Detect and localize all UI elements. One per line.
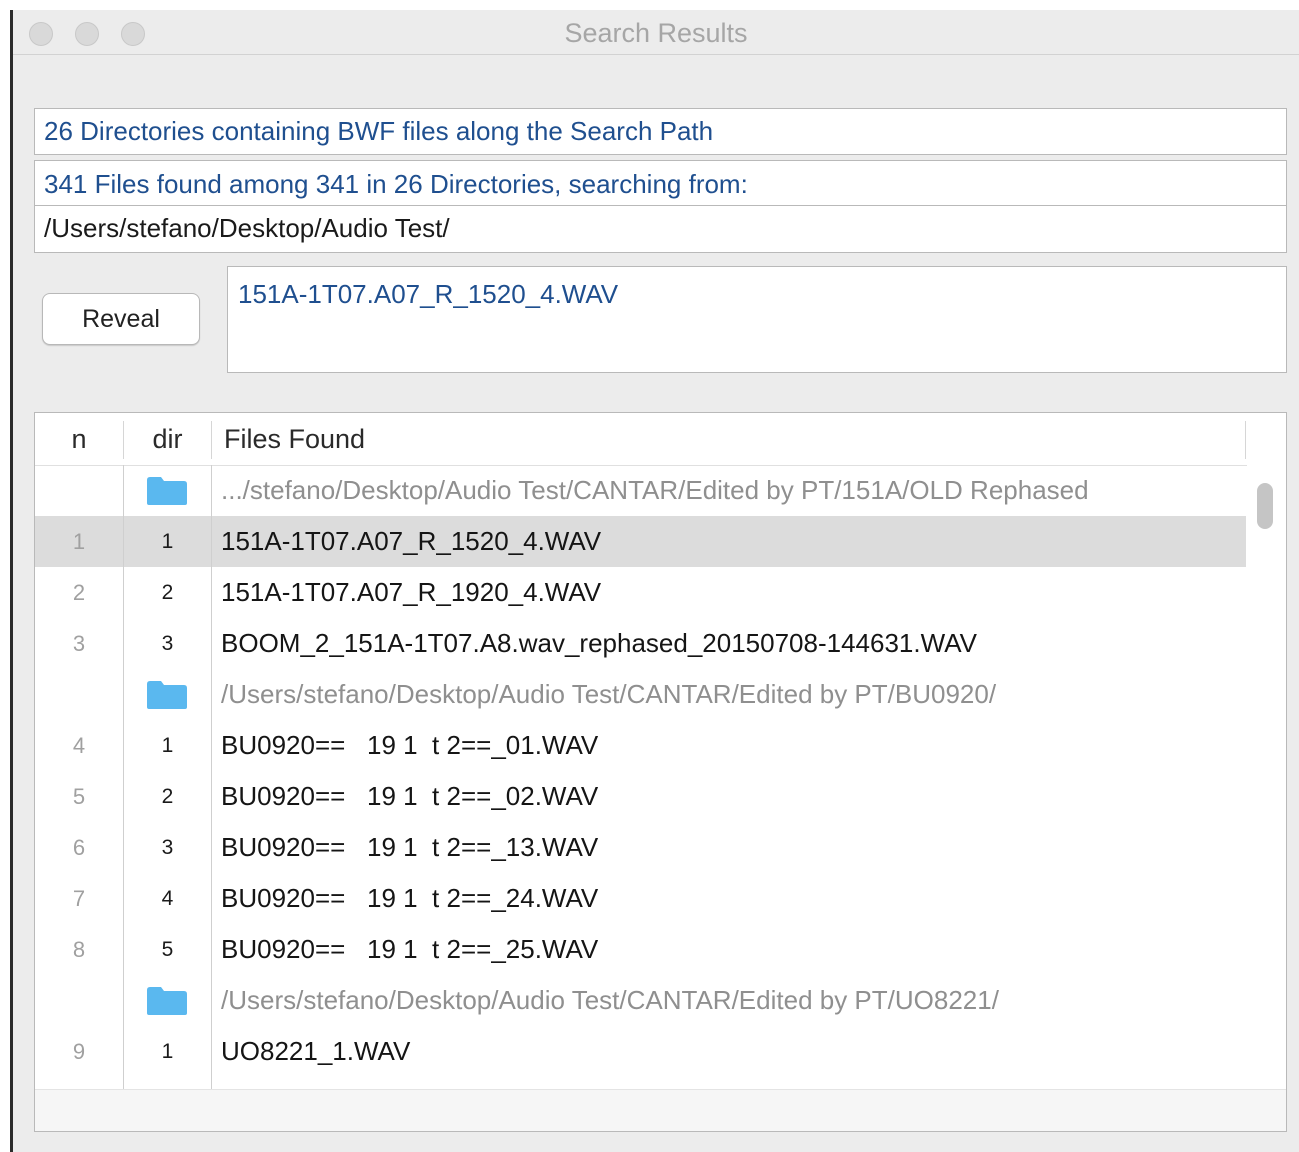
row-dir-index: 5 bbox=[161, 938, 174, 961]
directory-path: .../stefano/Desktop/Audio Test/CANTAR/Ed… bbox=[221, 475, 1089, 505]
table-row[interactable]: 7 4 BU0920== 19 1 t 2==_24.WAV bbox=[35, 873, 1246, 924]
file-name: UO8221_1.WAV bbox=[221, 1036, 411, 1066]
row-number: 4 bbox=[72, 733, 86, 758]
row-dir-index: 1 bbox=[161, 1040, 174, 1063]
row-dir-index: 1 bbox=[161, 734, 174, 757]
row-number: 9 bbox=[72, 1039, 86, 1064]
row-dir-index: 2 bbox=[161, 785, 174, 808]
files-found-table: n dir Files Found .../stefano/Desktop/Au… bbox=[34, 412, 1287, 1132]
file-name: 151A-1T07.A07_R_1520_4.WAV bbox=[221, 526, 602, 556]
directory-row[interactable]: .../stefano/Desktop/Audio Test/CANTAR/Ed… bbox=[35, 465, 1246, 516]
directory-path: /Users/stefano/Desktop/Audio Test/CANTAR… bbox=[221, 985, 999, 1015]
row-dir-index: 1 bbox=[161, 530, 174, 553]
selected-file-display: 151A-1T07.A07_R_1520_4.WAV bbox=[227, 266, 1287, 373]
folder-icon bbox=[147, 477, 187, 505]
row-number: 3 bbox=[72, 631, 86, 656]
folder-icon bbox=[147, 987, 187, 1015]
file-name: 151A-1T07.A07_R_1920_4.WAV bbox=[221, 577, 602, 607]
row-dir-index: 4 bbox=[161, 887, 174, 910]
table-row[interactable]: 3 3 BOOM_2_151A-1T07.A8.wav_rephased_20150… bbox=[35, 618, 1246, 669]
title-bar: Search Results bbox=[13, 10, 1299, 55]
column-divider bbox=[1245, 421, 1246, 459]
column-grid-line bbox=[211, 465, 212, 1089]
row-number bbox=[35, 465, 123, 516]
file-name: BU0920== 19 1 t 2==_24.WAV bbox=[221, 883, 599, 913]
table-row[interactable]: 2 2 151A-1T07.A07_R_1920_4.WAV bbox=[35, 567, 1246, 618]
column-divider bbox=[211, 421, 212, 459]
directory-row[interactable]: /Users/stefano/Desktop/Audio Test/CANTAR… bbox=[35, 669, 1246, 720]
directory-path: /Users/stefano/Desktop/Audio Test/CANTAR… bbox=[221, 679, 997, 709]
row-number: 1 bbox=[72, 529, 86, 554]
directories-summary: 26 Directories containing BWF files alon… bbox=[34, 108, 1287, 155]
table-body: .../stefano/Desktop/Audio Test/CANTAR/Ed… bbox=[35, 465, 1246, 1077]
table-row[interactable]: 1 1 151A-1T07.A07_R_1520_4.WAV bbox=[35, 516, 1246, 567]
table-row[interactable]: 4 1 BU0920== 19 1 t 2==_01.WAV bbox=[35, 720, 1246, 771]
row-number bbox=[35, 975, 123, 1026]
row-number: 8 bbox=[72, 937, 86, 962]
vertical-scrollbar-thumb[interactable] bbox=[1257, 483, 1273, 529]
row-dir-index: 2 bbox=[161, 581, 174, 604]
vertical-scrollbar-track[interactable] bbox=[1247, 465, 1286, 1089]
row-number: 6 bbox=[72, 835, 86, 860]
file-name: BOOM_2_151A-1T07.A8.wav_rephased_2015070… bbox=[221, 628, 977, 658]
row-number: 2 bbox=[72, 580, 86, 605]
column-header-files-found[interactable]: Files Found bbox=[224, 413, 1224, 465]
row-number bbox=[35, 669, 123, 720]
file-name: BU0920== 19 1 t 2==_01.WAV bbox=[221, 730, 599, 760]
files-summary: 341 Files found among 341 in 26 Director… bbox=[34, 160, 1287, 206]
search-path-field: /Users/stefano/Desktop/Audio Test/ bbox=[34, 205, 1287, 253]
reveal-button[interactable]: Reveal bbox=[42, 293, 200, 345]
folder-icon bbox=[147, 681, 187, 709]
file-name: BU0920== 19 1 t 2==_25.WAV bbox=[221, 934, 599, 964]
table-row[interactable]: 6 3 BU0920== 19 1 t 2==_13.WAV bbox=[35, 822, 1246, 873]
directory-row[interactable]: /Users/stefano/Desktop/Audio Test/CANTAR… bbox=[35, 975, 1246, 1026]
table-row[interactable]: 5 2 BU0920== 19 1 t 2==_02.WAV bbox=[35, 771, 1246, 822]
column-grid-line bbox=[123, 465, 124, 1089]
row-dir-index: 3 bbox=[161, 632, 174, 655]
column-header-dir[interactable]: dir bbox=[124, 413, 211, 465]
row-dir-index: 3 bbox=[161, 836, 174, 859]
search-results-window: Search Results 26 Directories containing… bbox=[10, 10, 1299, 1152]
table-row[interactable]: 8 5 BU0920== 19 1 t 2==_25.WAV bbox=[35, 924, 1246, 975]
file-name: BU0920== 19 1 t 2==_02.WAV bbox=[221, 781, 599, 811]
row-number: 5 bbox=[72, 784, 86, 809]
column-header-n[interactable]: n bbox=[35, 413, 123, 465]
table-footer bbox=[35, 1089, 1286, 1131]
table-header: n dir Files Found bbox=[35, 413, 1247, 466]
window-title: Search Results bbox=[564, 18, 748, 48]
file-name: BU0920== 19 1 t 2==_13.WAV bbox=[221, 832, 599, 862]
row-number: 7 bbox=[72, 886, 86, 911]
table-row[interactable]: 9 1 UO8221_1.WAV bbox=[35, 1026, 1246, 1077]
